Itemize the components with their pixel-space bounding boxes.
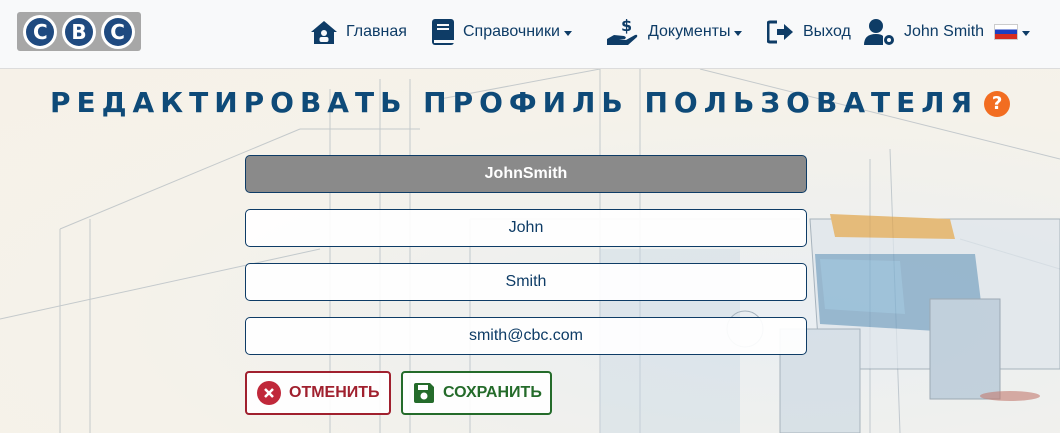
nav-user-dropdown[interactable]: John Smith [864, 14, 1031, 50]
nav-directories-dropdown[interactable]: Справочники [431, 14, 572, 50]
nav-home-label: Главная [346, 23, 407, 40]
nav-documents-label: Документы [648, 23, 731, 40]
russian-flag-icon [994, 24, 1019, 40]
save-button-label: СОХРАНИТЬ [443, 384, 542, 401]
nav-logout[interactable]: Выход [767, 14, 851, 50]
save-button[interactable]: СОХРАНИТЬ [401, 371, 552, 415]
email-input[interactable]: smith@cbc.com [245, 317, 807, 355]
nav-documents-dropdown[interactable]: $ Документы [606, 14, 743, 50]
chevron-down-icon [563, 30, 572, 36]
chevron-down-icon [734, 30, 743, 36]
money-hand-icon: $ [607, 17, 638, 45]
cancel-button-label: ОТМЕНИТЬ [289, 384, 380, 401]
first-name-input[interactable]: John [245, 209, 807, 247]
nav-user-label: John Smith [904, 23, 985, 40]
floppy-disk-icon [413, 382, 435, 404]
username-field: JohnSmith [245, 155, 807, 193]
navbar: C B C Главная Справочники $ Документы Вы… [0, 0, 1060, 69]
nav-home[interactable]: Главная [310, 14, 407, 50]
close-circle-icon [257, 381, 281, 405]
cbc-logo[interactable]: C B C [17, 12, 141, 51]
page-title: РЕДАКТИРОВАТЬ ПРОФИЛЬ ПОЛЬЗОВАТЕЛЯ? [0, 86, 1060, 119]
logout-icon [767, 20, 793, 44]
logo-letter: C [100, 14, 135, 49]
logo-letter: B [61, 14, 96, 49]
chevron-down-icon [1022, 30, 1031, 36]
book-icon [432, 19, 454, 45]
help-icon[interactable]: ? [984, 91, 1011, 117]
cancel-button[interactable]: ОТМЕНИТЬ [245, 371, 391, 415]
nav-logout-label: Выход [803, 23, 851, 40]
svg-text:$: $ [621, 17, 632, 35]
user-settings-icon [864, 19, 894, 45]
last-name-input[interactable]: Smith [245, 263, 807, 301]
logo-letter: C [23, 14, 58, 49]
home-icon [311, 21, 337, 44]
page-title-text: РЕДАКТИРОВАТЬ ПРОФИЛЬ ПОЛЬЗОВАТЕЛЯ [49, 86, 979, 119]
nav-directories-label: Справочники [463, 23, 560, 40]
